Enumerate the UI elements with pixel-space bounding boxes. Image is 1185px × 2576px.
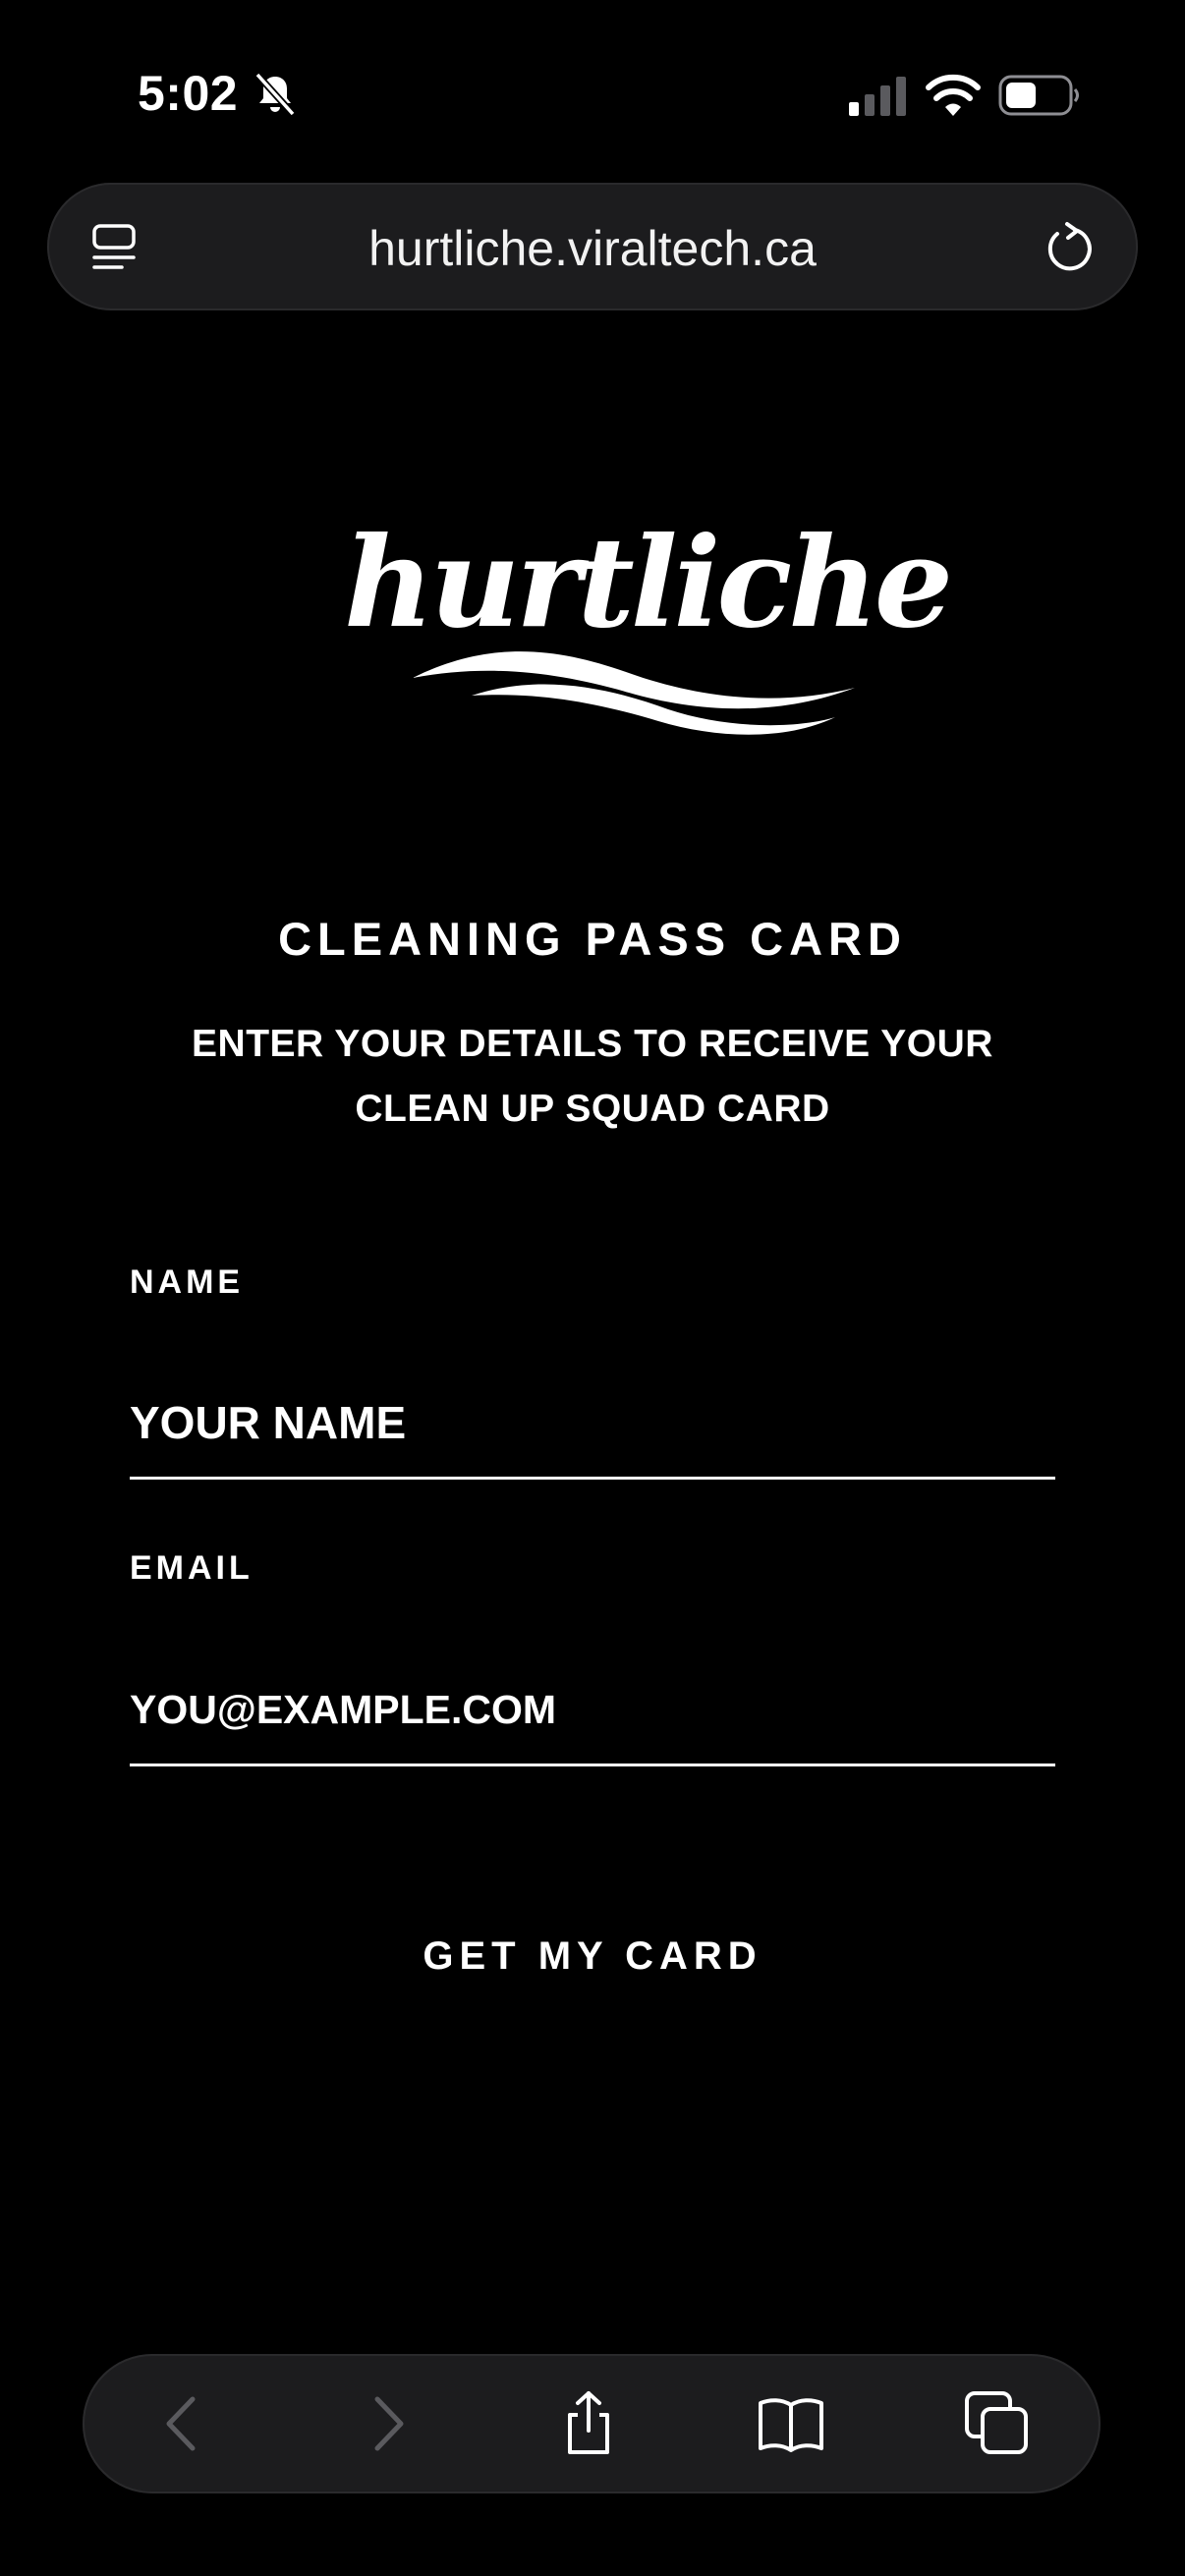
email-input[interactable] bbox=[130, 1655, 1055, 1766]
page-subtitle: ENTER YOUR DETAILS TO RECEIVE YOUR CLEAN… bbox=[192, 1023, 993, 1130]
url-text[interactable]: hurtliche.viraltech.ca bbox=[47, 220, 1138, 277]
name-label: NAME bbox=[130, 1263, 245, 1301]
get-my-card-button[interactable]: GET MY CARD bbox=[347, 1922, 838, 1990]
bookmarks-icon[interactable] bbox=[757, 2389, 825, 2458]
status-bar: 5:02 bbox=[0, 0, 1185, 177]
wifi-icon bbox=[926, 74, 981, 116]
name-input[interactable] bbox=[130, 1369, 1055, 1480]
forward-icon[interactable] bbox=[352, 2389, 421, 2458]
address-bar[interactable]: hurtliche.viraltech.ca bbox=[47, 183, 1138, 310]
cellular-signal-icon bbox=[849, 77, 906, 116]
logo-wave-graphic bbox=[413, 651, 855, 735]
bell-muted-icon bbox=[254, 72, 296, 117]
screen: 5:02 hurtliche.viraltech.ca hurtliche CL… bbox=[0, 0, 1185, 2576]
email-label: EMAIL bbox=[130, 1549, 254, 1587]
reload-icon[interactable] bbox=[1042, 220, 1097, 275]
battery-icon bbox=[998, 75, 1079, 116]
brand-logo: hurtliche bbox=[324, 521, 953, 737]
back-icon[interactable] bbox=[149, 2389, 218, 2458]
page-title: CLEANING PASS CARD bbox=[278, 913, 907, 965]
share-icon[interactable] bbox=[554, 2389, 623, 2458]
browser-toolbar bbox=[83, 2354, 1100, 2493]
status-time: 5:02 bbox=[138, 66, 239, 121]
tabs-icon[interactable] bbox=[963, 2389, 1032, 2458]
